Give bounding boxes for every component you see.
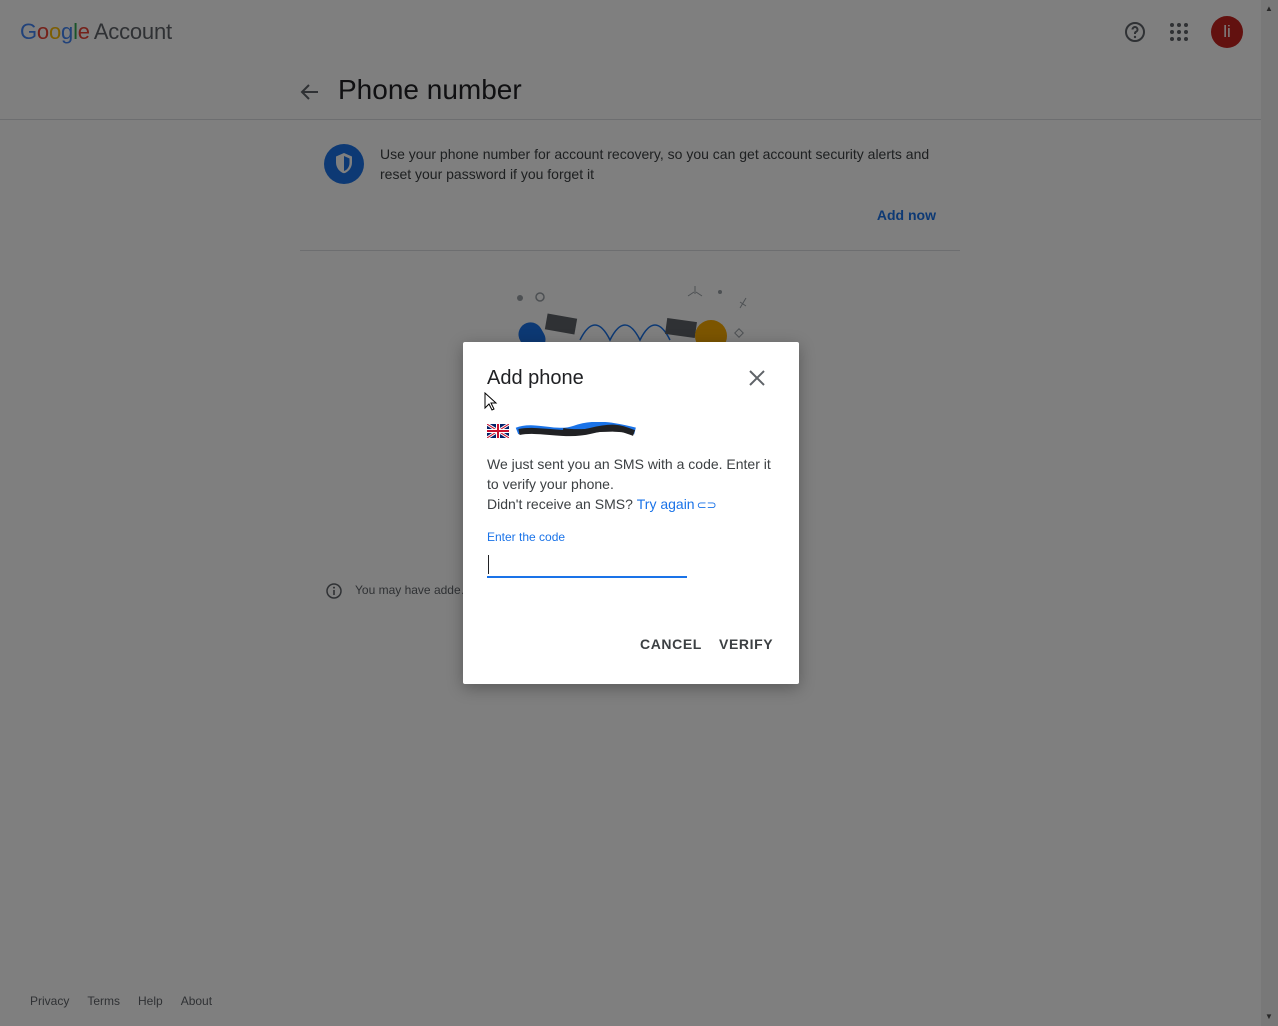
verify-button[interactable]: VERIFY (719, 636, 773, 652)
dialog-message: We just sent you an SMS with a code. Ent… (487, 454, 779, 515)
sms-sent-text: We just sent you an SMS with a code. Ent… (487, 456, 771, 492)
mouse-cursor-icon (484, 391, 498, 412)
not-received-text: Didn't receive an SMS? (487, 496, 633, 512)
text-caret (488, 555, 489, 574)
code-input[interactable] (487, 552, 687, 578)
code-field-label: Enter the code (487, 530, 566, 544)
close-icon[interactable] (745, 366, 769, 390)
try-again-link[interactable]: Try again (637, 496, 695, 512)
uk-flag-icon (486, 422, 510, 440)
cancel-button[interactable]: CANCEL (640, 636, 702, 652)
add-phone-dialog: Add phone We just sent you an SMS with a… (463, 342, 799, 684)
link-icon: ⊂⊃ (696, 498, 717, 512)
redacted-phone-number (515, 421, 637, 440)
dialog-title: Add phone (487, 367, 584, 389)
